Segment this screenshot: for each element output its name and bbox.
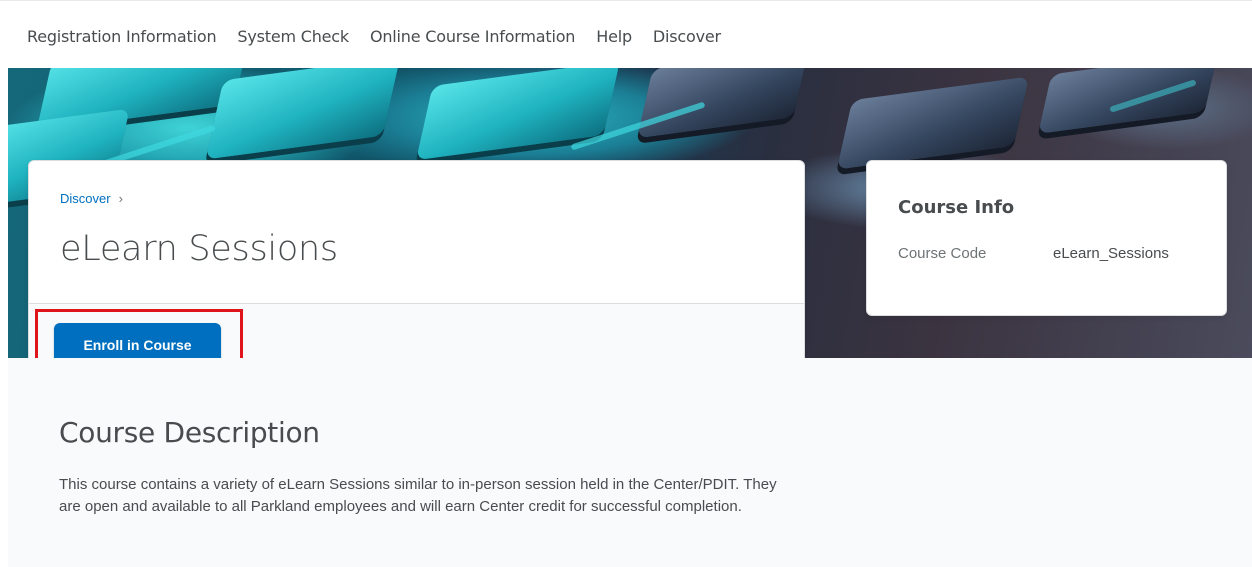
keyboard-key-graphic [637, 68, 809, 139]
chevron-right-icon: › [118, 191, 123, 206]
breadcrumb-link-discover[interactable]: Discover [60, 191, 111, 206]
course-code-row: Course Code eLearn_Sessions [898, 245, 1169, 262]
top-navigation: Registration Information System Check On… [0, 0, 1252, 68]
course-title: eLearn Sessions [60, 229, 338, 269]
nav-item-system-check[interactable]: System Check [237, 27, 349, 46]
course-code-label: Course Code [898, 245, 987, 262]
breadcrumb: Discover › [60, 191, 123, 206]
nav-list: Registration Information System Check On… [27, 27, 742, 46]
course-code-value: eLearn_Sessions [1053, 245, 1169, 262]
nav-item-registration-information[interactable]: Registration Information [27, 27, 217, 46]
course-description-text: This course contains a variety of eLearn… [59, 476, 777, 515]
nav-item-discover[interactable]: Discover [653, 27, 721, 46]
course-header-card: Discover › eLearn Sessions Enroll in Cou… [28, 160, 805, 385]
keyboard-key-graphic [836, 76, 1030, 170]
course-info-card: Course Info Course Code eLearn_Sessions [866, 160, 1227, 316]
nav-item-online-course-information[interactable]: Online Course Information [370, 27, 575, 46]
keyboard-key-graphic [416, 68, 620, 161]
keyboard-key-graphic [205, 68, 401, 160]
course-header-top: Discover › eLearn Sessions [29, 161, 804, 303]
course-description-section: Course Description This course contains … [8, 358, 1252, 567]
nav-item-help[interactable]: Help [596, 27, 632, 46]
course-description-heading: Course Description [59, 416, 320, 449]
course-info-heading: Course Info [898, 197, 1015, 218]
